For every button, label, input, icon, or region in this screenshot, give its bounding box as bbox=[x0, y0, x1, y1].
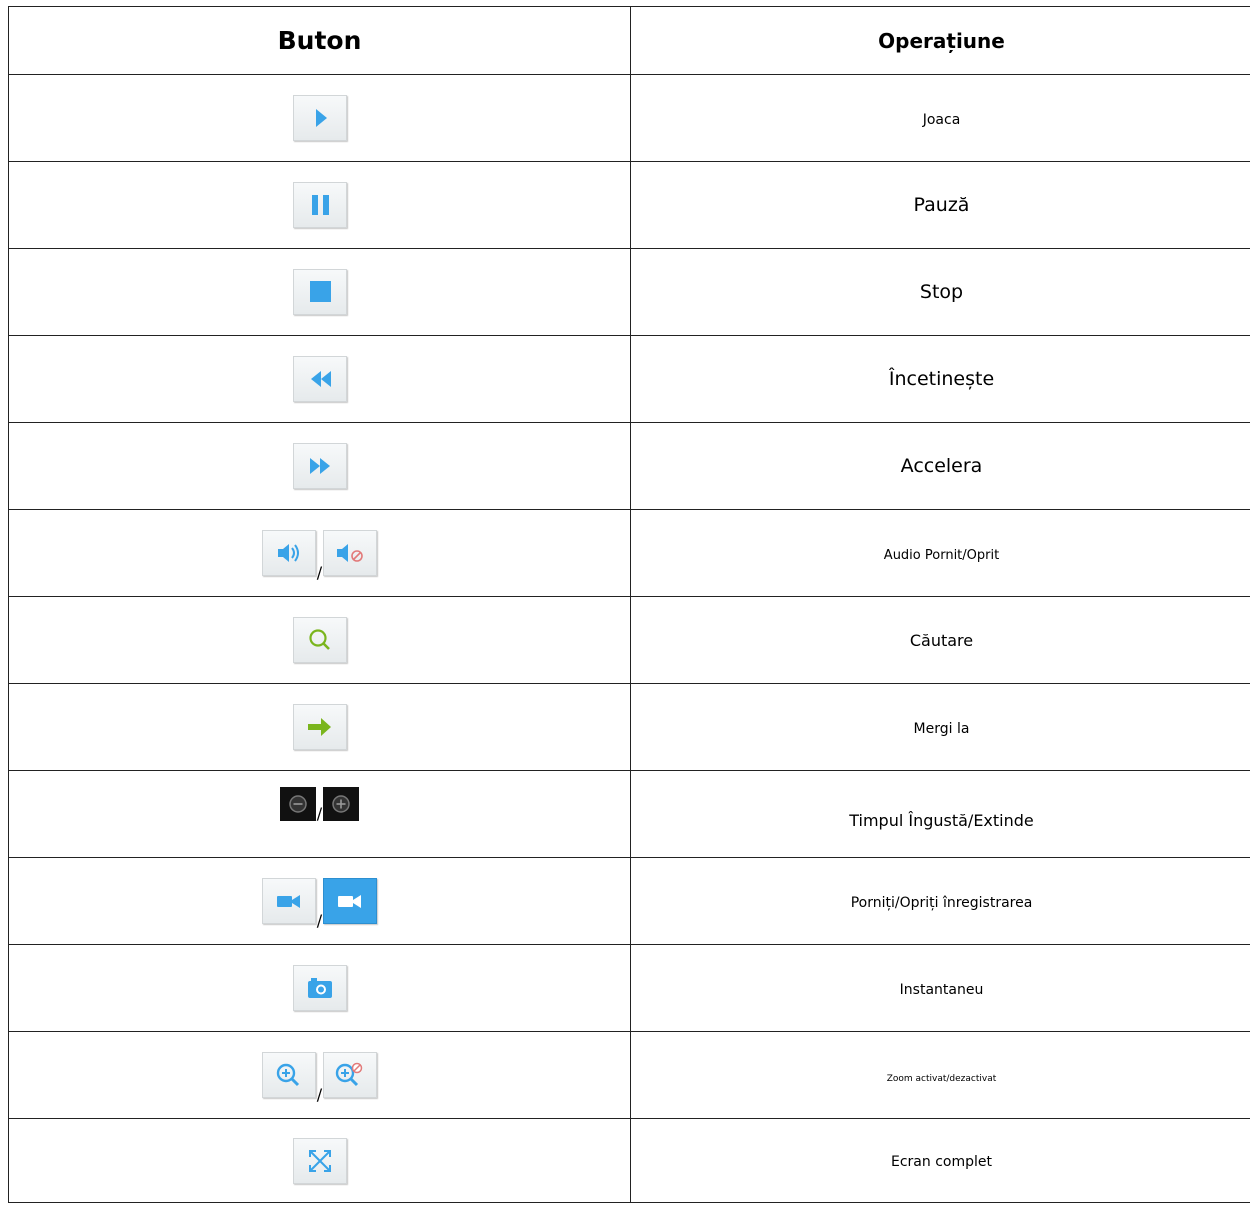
operation-label: Accelera bbox=[900, 455, 983, 477]
operation-label: Porniți/Opriți înregistrarea bbox=[850, 894, 1033, 911]
table-row: Instantaneu bbox=[8, 944, 1250, 1032]
separator: / bbox=[316, 1085, 323, 1104]
button-cell: / bbox=[8, 1031, 631, 1119]
table-row: Stop bbox=[8, 248, 1250, 336]
table-row: Accelera bbox=[8, 422, 1250, 510]
operation-cell: Căutare bbox=[630, 596, 1250, 684]
operation-cell: Accelera bbox=[630, 422, 1250, 510]
record-on-icon[interactable] bbox=[323, 878, 378, 924]
table-header-row: Buton Operațiune bbox=[8, 6, 1250, 75]
table-row: / Zoom activat/dezactivat bbox=[8, 1031, 1250, 1119]
button-cell bbox=[8, 1118, 631, 1203]
button-reference-table: Buton Operațiune Joaca Pauză Stop Înceti… bbox=[8, 6, 1250, 1203]
operation-label: Timpul Îngustă/Extinde bbox=[849, 810, 1034, 830]
button-cell bbox=[8, 335, 631, 423]
operation-label: Joaca bbox=[922, 111, 961, 128]
table-row: Ecran complet bbox=[8, 1118, 1250, 1203]
operation-cell: Pauză bbox=[630, 161, 1250, 249]
button-cell: / bbox=[8, 770, 631, 858]
button-cell bbox=[8, 161, 631, 249]
button-cell: / bbox=[8, 509, 631, 597]
operation-label: Mergi la bbox=[913, 720, 970, 737]
operation-label: Zoom activat/dezactivat bbox=[886, 1073, 997, 1084]
play-icon[interactable] bbox=[292, 95, 347, 141]
button-cell: / bbox=[8, 857, 631, 945]
separator: / bbox=[316, 911, 323, 930]
search-icon[interactable] bbox=[292, 617, 347, 663]
fast-forward-icon[interactable] bbox=[292, 443, 347, 489]
magnify-zoom-on-icon[interactable] bbox=[261, 1052, 316, 1098]
rewind-icon[interactable] bbox=[292, 356, 347, 402]
operation-cell: Joaca bbox=[630, 74, 1250, 162]
table-row: Încetinește bbox=[8, 335, 1250, 423]
button-cell bbox=[8, 248, 631, 336]
table-row: Pauză bbox=[8, 161, 1250, 249]
operation-label: Încetinește bbox=[888, 368, 995, 390]
header-button: Buton bbox=[8, 6, 631, 75]
operation-label: Căutare bbox=[909, 630, 974, 650]
operation-label: Instantaneu bbox=[899, 981, 984, 998]
pause-icon[interactable] bbox=[292, 182, 347, 228]
button-reference-table-wrapper: Buton Operațiune Joaca Pauză Stop Înceti… bbox=[8, 6, 1250, 1203]
zoom-in-plus-icon[interactable] bbox=[323, 787, 360, 821]
zoom-out-minus-icon[interactable] bbox=[279, 787, 316, 821]
table-row: Mergi la bbox=[8, 683, 1250, 771]
operation-label: Pauză bbox=[913, 194, 970, 216]
audio-off-icon[interactable] bbox=[323, 530, 378, 576]
button-cell bbox=[8, 422, 631, 510]
fullscreen-icon[interactable] bbox=[292, 1137, 347, 1184]
separator: / bbox=[316, 804, 323, 823]
button-cell bbox=[8, 683, 631, 771]
operation-label: Ecran complet bbox=[891, 1154, 992, 1170]
table-row: / Audio Pornit/Oprit bbox=[8, 509, 1250, 597]
operation-label: Stop bbox=[919, 281, 964, 303]
table-row: Joaca bbox=[8, 74, 1250, 162]
record-off-icon[interactable] bbox=[261, 878, 316, 924]
operation-cell: Audio Pornit/Oprit bbox=[630, 509, 1250, 597]
separator: / bbox=[316, 563, 323, 582]
operation-cell: Încetinește bbox=[630, 335, 1250, 423]
operation-cell: Mergi la bbox=[630, 683, 1250, 771]
button-cell bbox=[8, 74, 631, 162]
magnify-zoom-off-icon[interactable] bbox=[323, 1052, 378, 1098]
operation-label: Audio Pornit/Oprit bbox=[883, 547, 1000, 563]
button-cell bbox=[8, 596, 631, 684]
operation-cell: Zoom activat/dezactivat bbox=[630, 1031, 1250, 1119]
operation-cell: Instantaneu bbox=[630, 944, 1250, 1032]
table-row: / Timpul Îngustă/Extinde bbox=[8, 770, 1250, 858]
header-operation: Operațiune bbox=[630, 6, 1250, 75]
operation-cell: Stop bbox=[630, 248, 1250, 336]
camera-icon[interactable] bbox=[292, 965, 347, 1011]
operation-cell: Timpul Îngustă/Extinde bbox=[630, 770, 1250, 858]
table-row: / Porniți/Opriți înregistrarea bbox=[8, 857, 1250, 945]
go-to-arrow-icon[interactable] bbox=[292, 704, 347, 750]
stop-icon[interactable] bbox=[292, 269, 347, 315]
table-row: Căutare bbox=[8, 596, 1250, 684]
operation-cell: Ecran complet bbox=[630, 1118, 1250, 1203]
operation-cell: Porniți/Opriți înregistrarea bbox=[630, 857, 1250, 945]
audio-on-icon[interactable] bbox=[261, 530, 316, 576]
button-cell bbox=[8, 944, 631, 1032]
